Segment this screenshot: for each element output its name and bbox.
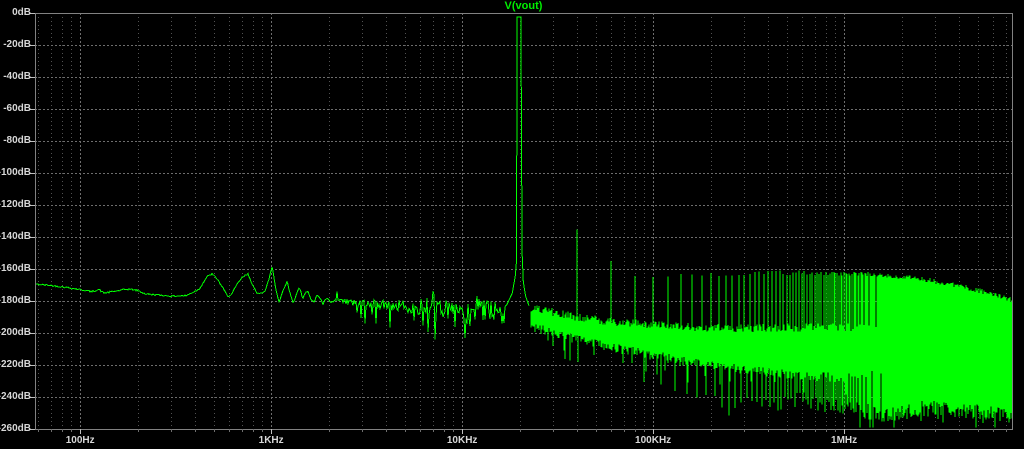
x-axis-label: 1KHz <box>231 435 311 447</box>
spectrum-plot-canvas[interactable] <box>0 0 1024 449</box>
y-axis-label: -240dB <box>0 391 31 403</box>
x-axis-label: 1MHz <box>804 435 884 447</box>
y-axis-label: -40dB <box>0 71 31 83</box>
x-axis-label: 100Hz <box>40 435 120 447</box>
y-axis-label: -260dB <box>0 423 31 435</box>
y-axis-label: 0dB <box>0 7 31 19</box>
y-axis-label: -80dB <box>0 135 31 147</box>
y-axis-label: -100dB <box>0 167 31 179</box>
y-axis-label: -160dB <box>0 263 31 275</box>
y-axis-label: -200dB <box>0 327 31 339</box>
x-axis-label: 10KHz <box>422 435 502 447</box>
y-axis-label: -120dB <box>0 199 31 211</box>
y-axis-label: -60dB <box>0 103 31 115</box>
y-axis-label: -220dB <box>0 359 31 371</box>
trace-name-label[interactable]: V(vout) <box>35 0 1012 12</box>
x-axis-label: 100KHz <box>613 435 693 447</box>
waveform-viewer-pane: V(vout) 0dB -20dB -40dB -60dB -80dB -100dB -12… <box>0 0 1024 449</box>
y-axis-label: -180dB <box>0 295 31 307</box>
y-axis-label: -140dB <box>0 231 31 243</box>
y-axis-label: -20dB <box>0 39 31 51</box>
